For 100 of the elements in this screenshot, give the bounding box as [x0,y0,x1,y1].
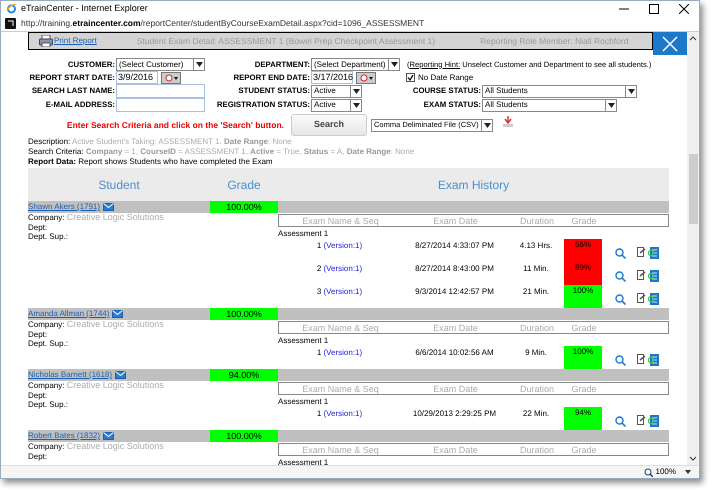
print-report-link[interactable]: Print Report [39,35,97,47]
search-icon[interactable] [615,294,626,305]
close-icon[interactable] [679,4,689,14]
dropdown[interactable]: All Students [482,98,617,112]
attempt-seq: 1 (Version:1) [316,240,364,252]
caret-icon [352,88,360,94]
attempt-grade: 100% [564,346,602,369]
report-title: Student Exam Detail: ASSESSMENT 1 (Bowel Prep Checkpoint Assessment 1) [136,34,436,48]
attempt-seq: 1 (Version:1) [316,408,364,420]
search-icon[interactable] [615,271,626,282]
form-refresh-icon[interactable] [648,293,659,305]
dropdown[interactable]: Active [311,84,362,98]
column-header: Exam History [436,176,510,194]
exam-header-row: Exam Name & Seq Exam Date Duration Grade [278,214,669,227]
close-icon [662,36,678,52]
attempt-grade: 100% [564,285,602,308]
student-detail: Company: Creative Logic Solutions [28,213,165,222]
caret-icon [352,102,360,108]
exam-date: 9/3/2014 12:42:57 PM [414,286,495,298]
address-url[interactable]: http://training.etraincenter.com/reportCenter/studentByCourseExamDetail.aspx?cid=1096_ASSESSMENT [21,17,424,30]
mail-icon[interactable] [103,432,114,440]
caret-icon[interactable] [685,470,691,474]
zoom-level[interactable]: 100% [656,466,676,478]
edit-document-icon[interactable] [637,270,646,280]
zoom-icon[interactable] [644,468,653,476]
exam-date: 10/29/2013 2:29:25 PM [412,408,498,420]
student-detail: Dept: [28,390,48,400]
exam-date: 8/27/2014 4:33:07 PM [414,240,495,252]
text-field[interactable] [116,84,205,98]
edit-document-icon[interactable] [637,293,646,303]
caret-icon [196,62,202,67]
search-icon[interactable] [615,355,626,366]
form-refresh-icon[interactable] [648,415,659,427]
exam-name: Assessment 1 [278,335,330,346]
calendar-button[interactable] [161,72,181,84]
dropdown[interactable]: (Select Customer) [116,58,205,71]
scroll-down-icon[interactable] [689,456,697,462]
dropdown[interactable]: (Select Department) [311,58,400,71]
grade-cell: 94.00% [210,369,278,381]
calendar-button[interactable] [356,72,376,84]
exam-duration: 22 Min. [522,408,550,420]
student-detail: Dept: [28,330,48,339]
caret-icon [484,122,490,128]
caret-icon [608,102,614,108]
exam-duration: 11 Min. [522,263,550,275]
info-line: Report Data: Report shows Students who have completed the Exam [27,157,274,167]
search-icon[interactable] [615,248,626,259]
student-detail: Dept. Sup.: [28,232,70,242]
column-header: Grade [226,176,262,194]
grade-cell: 100.00% [210,308,278,320]
caret-icon [390,62,398,67]
date-field[interactable]: 3/17/2016 [311,71,353,84]
scroll-thumb[interactable] [688,154,698,224]
maximize-icon[interactable] [649,4,659,14]
form-refresh-icon[interactable] [648,354,659,366]
edit-document-icon[interactable] [637,354,646,364]
exam-header-row: Exam Name & Seq Exam Date Duration Grade [278,382,669,395]
checkbox[interactable] [406,73,415,82]
dropdown[interactable]: Active [311,98,362,112]
column-header: Student [97,176,141,194]
search-instruction: Enter Search Criteria and click on the 'Search' button. [66,118,285,132]
browser-icon [6,3,17,14]
reporting-role: Reporting Role Member: Niall Rochford [480,34,628,48]
exam-header-row: Exam Name & Seq Exam Date Duration Grade [278,321,669,334]
exam-date: 8/27/2014 8:43:00 PM [414,263,495,275]
text-field[interactable] [116,98,205,112]
form-refresh-icon[interactable] [648,247,659,259]
caret-icon [628,88,634,94]
export-icon[interactable] [503,116,513,126]
close-button[interactable] [653,32,687,55]
student-link[interactable]: Amanda Allman (1744) [28,308,110,320]
edit-document-icon[interactable] [637,415,646,425]
student-detail: Dept: [28,452,48,461]
scroll-up-icon[interactable] [689,35,697,41]
checkbox-label: No Date Range [418,72,474,84]
attempt-grade: 56% [564,239,602,262]
dropdown[interactable]: All Students [482,84,637,98]
attempt-grade: 94% [564,407,602,430]
form-refresh-icon[interactable] [648,270,659,282]
search-button[interactable]: Search [291,114,367,136]
page-icon [5,18,16,29]
mail-icon[interactable] [112,310,124,318]
date-field[interactable]: 3/9/2016 [116,71,158,84]
mail-icon[interactable] [115,371,126,379]
mail-icon[interactable] [103,203,114,211]
search-icon[interactable] [615,416,626,427]
student-detail: Dept: [28,222,48,232]
exam-duration: 4.13 Hrs. [518,240,554,252]
student-detail: Company: Creative Logic Solutions [28,442,165,452]
info-line: Search Criteria: Company = 1, CourseID = ASSESSMENT 1, Active = True, Status = A, Date Range: None [27,147,416,157]
edit-document-icon[interactable] [637,247,646,257]
window-title: eTrainCenter - Internet Explorer [21,2,148,15]
exam-duration: 9 Min. [524,347,548,359]
attempt-grade: 89% [564,262,602,285]
attempt-seq: 2 (Version:1) [316,263,364,275]
attempt-seq: 1 (Version:1) [316,347,364,359]
exam-name: Assessment 1 [278,457,330,465]
printer-icon [39,35,53,47]
student-detail: Dept. Sup.: [28,339,70,348]
exam-duration: 21 Min. [522,286,550,298]
